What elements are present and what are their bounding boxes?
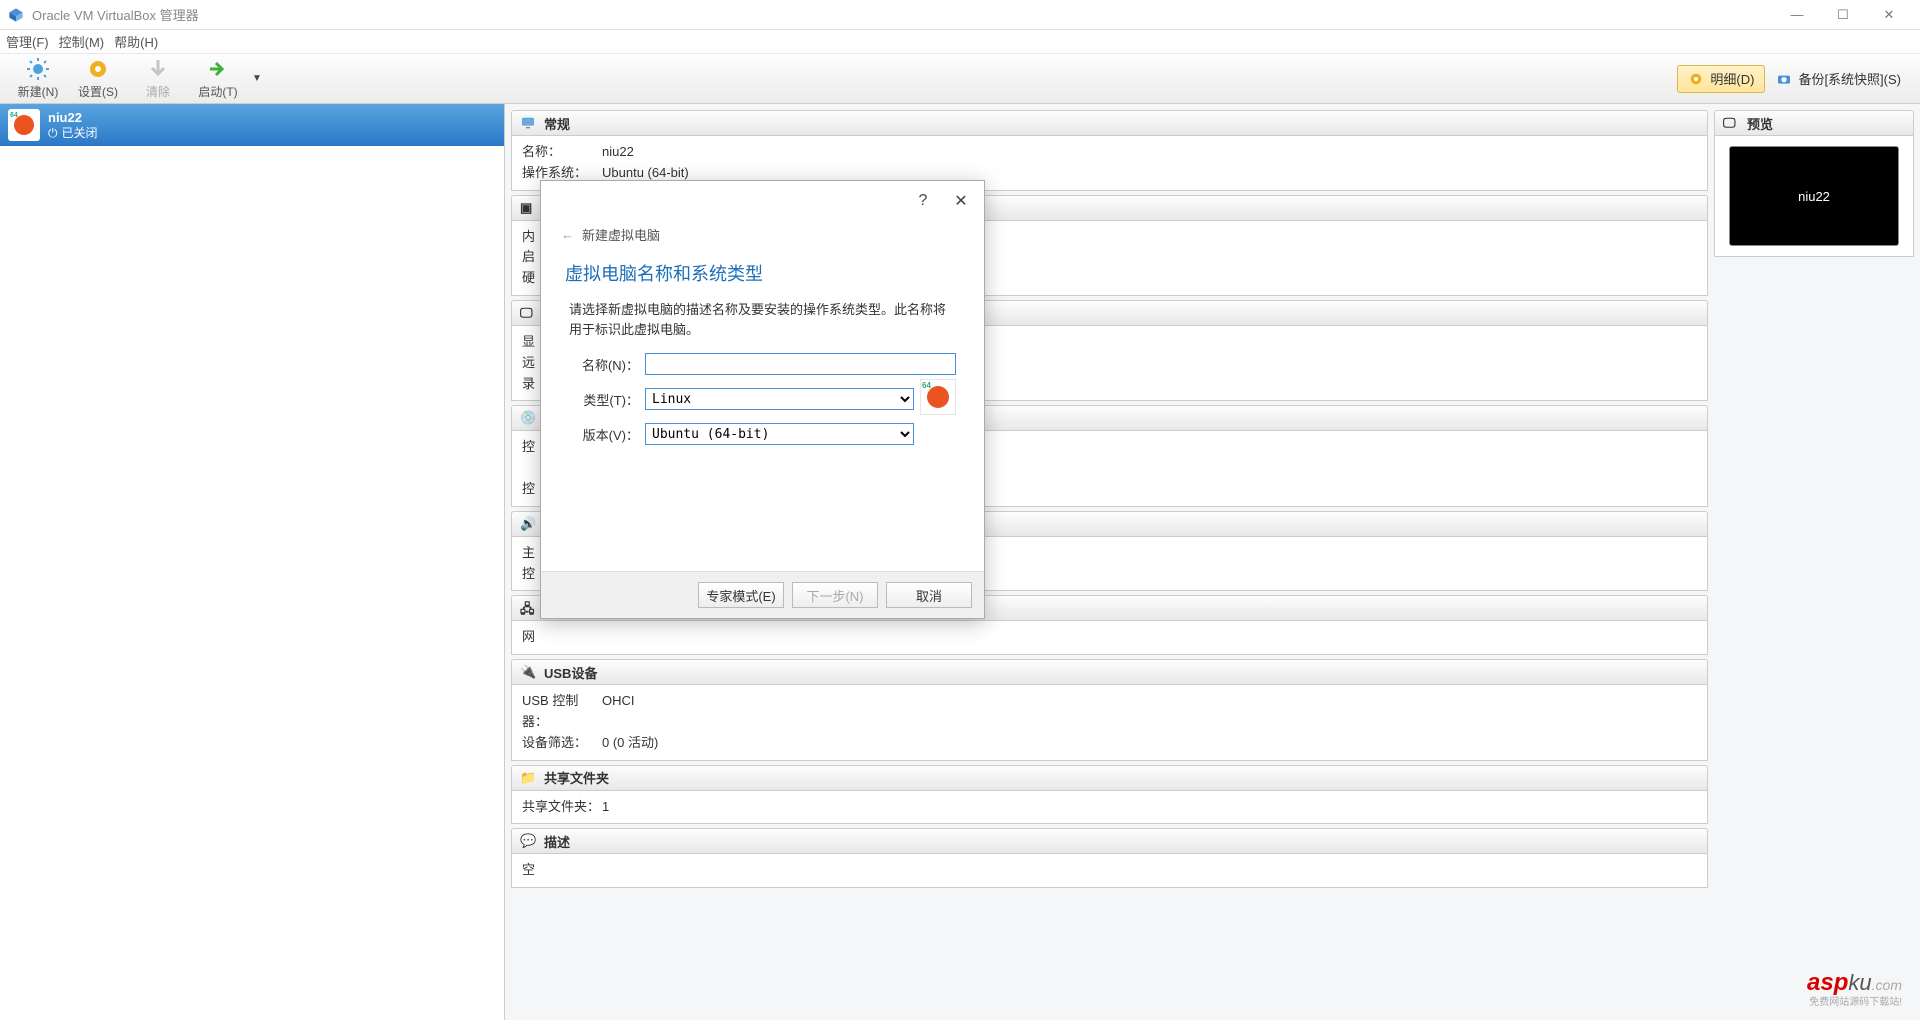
section-general-header[interactable]: 常规 <box>511 110 1708 136</box>
dialog-breadcrumb: ← 新建虚拟电脑 <box>541 221 984 252</box>
toolbar-discard-button: 清除 <box>128 55 188 103</box>
toolbar-new-label: 新建(N) <box>18 83 59 100</box>
disk-icon: 💿 <box>520 410 536 426</box>
window-titlebar: Oracle VM VirtualBox 管理器 — ☐ ✕ <box>0 0 1920 30</box>
description-icon: 💬 <box>520 833 536 849</box>
os-version-select[interactable]: Ubuntu (64-bit) <box>645 423 914 445</box>
menu-file[interactable]: 管理(F) <box>6 32 49 51</box>
os-type-select[interactable]: Linux <box>645 388 914 410</box>
expert-mode-button[interactable]: 专家模式(E) <box>698 582 784 608</box>
cancel-button[interactable]: 取消 <box>886 582 972 608</box>
section-description-header[interactable]: 💬描述 <box>511 828 1708 854</box>
discard-arrow-icon <box>146 57 170 81</box>
toolbar-settings-button[interactable]: 设置(S) <box>68 55 128 103</box>
gear-icon <box>86 57 110 81</box>
dialog-help-button[interactable]: ? <box>904 183 942 219</box>
os-family-icon: 64 <box>920 381 956 417</box>
vm-name-input[interactable] <box>645 353 956 375</box>
preview-body: niu22 <box>1714 136 1914 257</box>
window-minimize-button[interactable]: — <box>1774 0 1820 30</box>
svg-text:64: 64 <box>922 381 931 390</box>
section-network-body: 网 <box>511 621 1708 655</box>
version-field-label: 版本(V)： <box>569 425 639 444</box>
section-shared-header[interactable]: 📁共享文件夹 <box>511 765 1708 791</box>
menu-bar: 管理(F) 控制(M) 帮助(H) <box>0 30 1920 54</box>
new-vm-dialog: ? ✕ ← 新建虚拟电脑 虚拟电脑名称和系统类型 请选择新虚拟电脑的描述名称及要… <box>540 180 985 619</box>
monitor-icon <box>520 115 536 131</box>
section-shared-body: 共享文件夹：1 <box>511 791 1708 825</box>
toolbar-settings-label: 设置(S) <box>78 83 118 100</box>
toolbar-new-button[interactable]: 新建(N) <box>8 55 68 103</box>
app-icon <box>8 7 24 23</box>
menu-control[interactable]: 控制(M) <box>59 32 105 51</box>
main-toolbar: 新建(N) 设置(S) 清除 启动(T) ▼ 明细(D) 备份[系统快照](S) <box>0 54 1920 104</box>
window-title: Oracle VM VirtualBox 管理器 <box>32 5 1774 24</box>
dialog-description: 请选择新虚拟电脑的描述名称及要安装的操作系统类型。此名称将用于标识此虚拟电脑。 <box>541 290 984 353</box>
chip-icon: ▣ <box>520 200 536 216</box>
gear-icon <box>1688 71 1704 87</box>
section-description-body: 空 <box>511 854 1708 888</box>
toolbar-snapshots-toggle[interactable]: 备份[系统快照](S) <box>1765 65 1912 93</box>
toolbar-details-label: 明细(D) <box>1710 69 1754 88</box>
section-usb-header[interactable]: 🔌USB设备 <box>511 659 1708 685</box>
preview-thumbnail: niu22 <box>1729 146 1899 246</box>
toolbar-start-label: 启动(T) <box>198 83 237 100</box>
vm-name: niu22 <box>48 110 98 126</box>
power-icon: ⏻ <box>48 126 58 140</box>
camera-icon <box>1776 71 1792 87</box>
folder-icon: 📁 <box>520 770 536 786</box>
network-icon: 🖧 <box>520 600 536 616</box>
next-button[interactable]: 下一步(N) <box>792 582 878 608</box>
toolbar-start-button[interactable]: 启动(T) <box>188 55 248 103</box>
toolbar-snapshots-label: 备份[系统快照](S) <box>1798 69 1901 88</box>
dialog-close-button[interactable]: ✕ <box>942 183 980 219</box>
audio-icon: 🔊 <box>520 516 536 532</box>
sun-icon <box>26 57 50 81</box>
ubuntu-os-icon: 64 <box>8 109 40 141</box>
window-maximize-button[interactable]: ☐ <box>1820 0 1866 30</box>
svg-text:64: 64 <box>10 112 18 119</box>
back-arrow-icon[interactable]: ← <box>561 227 574 242</box>
window-close-button[interactable]: ✕ <box>1866 0 1912 30</box>
toolbar-details-toggle[interactable]: 明细(D) <box>1677 65 1765 93</box>
watermark: aspku.com 免费网站源码下载站! <box>1807 969 1902 1008</box>
menu-help[interactable]: 帮助(H) <box>114 32 158 51</box>
section-preview-header[interactable]: 🖵预览 <box>1714 110 1914 136</box>
section-usb-body: USB 控制器：OHCI 设备筛选：0 (0 活动) <box>511 685 1708 760</box>
display-icon: 🖵 <box>520 305 536 321</box>
monitor-icon: 🖵 <box>1723 115 1739 131</box>
start-arrow-icon <box>206 57 230 81</box>
vm-list-item[interactable]: 64 niu22 ⏻已关闭 <box>0 104 504 146</box>
toolbar-discard-label: 清除 <box>146 83 170 100</box>
usb-icon: 🔌 <box>520 664 536 680</box>
vm-state: ⏻已关闭 <box>48 126 98 140</box>
dialog-heading: 虚拟电脑名称和系统类型 <box>541 252 984 290</box>
vm-list-sidebar: 64 niu22 ⏻已关闭 <box>0 104 505 1020</box>
type-field-label: 类型(T)： <box>569 390 639 409</box>
toolbar-start-dropdown[interactable]: ▼ <box>252 73 262 84</box>
name-field-label: 名称(N)： <box>569 355 639 374</box>
